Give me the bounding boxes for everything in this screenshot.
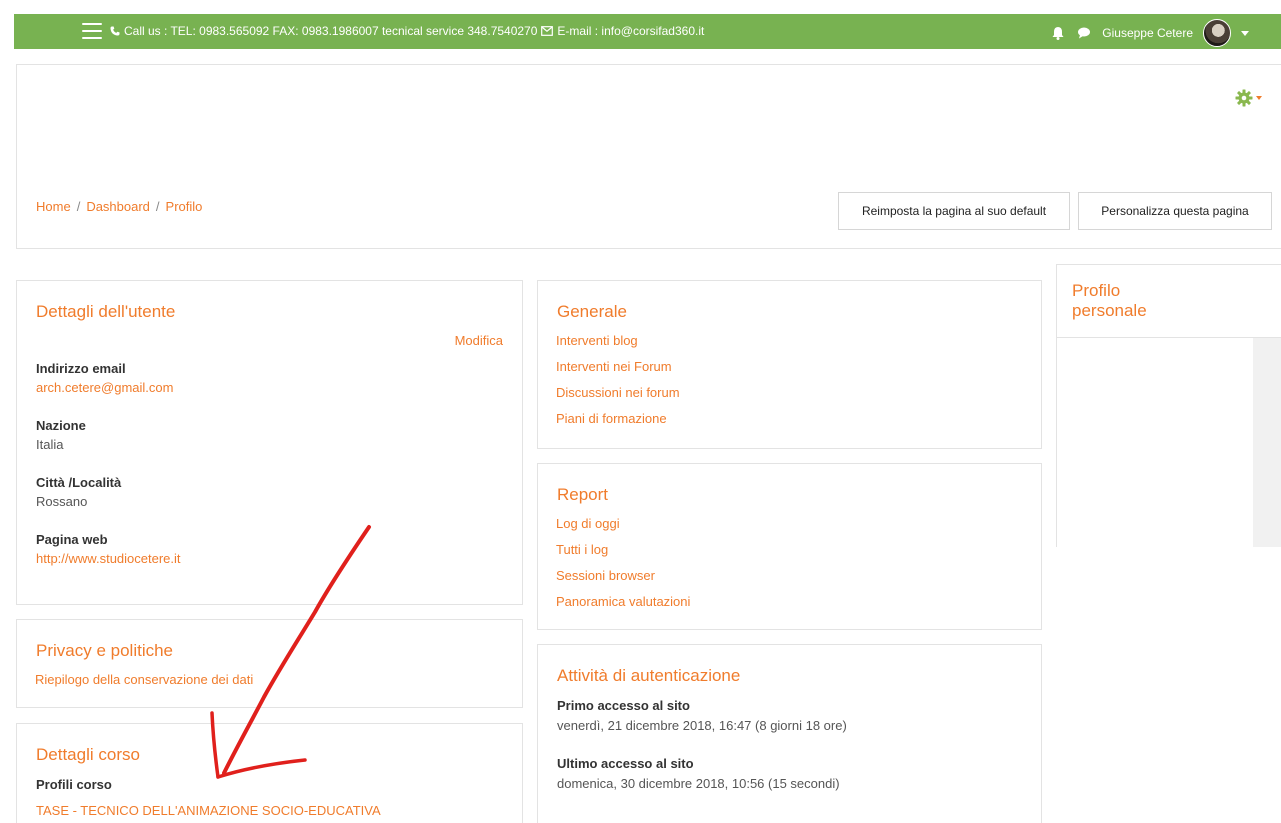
phone-icon [110, 26, 120, 36]
forum-posts-link[interactable]: Interventi nei Forum [556, 359, 672, 374]
blog-posts-link[interactable]: Interventi blog [556, 333, 638, 348]
course-profiles-label: Profili corso [36, 777, 112, 792]
contact-text: Call us : TEL: 0983.565092 FAX: 0983.198… [124, 24, 538, 38]
email-text: E-mail : info@corsifad360.it [557, 24, 705, 38]
general-title: Generale [557, 302, 627, 321]
report-title: Report [557, 485, 609, 504]
city-label: Città /Località [36, 475, 122, 490]
country-value: Italia [36, 437, 64, 452]
personal-profile-scrollbar[interactable] [1253, 337, 1281, 547]
settings-menu[interactable] [1235, 89, 1262, 107]
envelope-icon [541, 26, 554, 36]
personal-profile-block: Profilo personale [1056, 264, 1281, 547]
edit-profile-link[interactable]: Modifica [455, 333, 503, 348]
login-activity-title: Attività di autenticazione [557, 666, 741, 685]
last-access-value: domenica, 30 dicembre 2018, 10:56 (15 se… [557, 776, 840, 791]
breadcrumb-separator: / [155, 199, 160, 214]
today-log-link[interactable]: Log di oggi [556, 516, 620, 531]
user-avatar[interactable] [1203, 19, 1231, 47]
first-access-label: Primo accesso al sito [557, 698, 690, 713]
breadcrumb-dashboard[interactable]: Dashboard [86, 199, 150, 214]
chat-bubble-icon[interactable] [1076, 25, 1092, 41]
country-label: Nazione [36, 418, 86, 433]
contact-info: Call us : TEL: 0983.565092 FAX: 0983.198… [110, 24, 704, 38]
report-card: Report Log di oggi Tutti i log Sessioni … [537, 463, 1042, 630]
user-menu-area: Giuseppe Cetere [1050, 19, 1249, 47]
grades-overview-link[interactable]: Panoramica valutazioni [556, 594, 690, 609]
customize-page-button[interactable]: Personalizza questa pagina [1078, 192, 1272, 230]
personal-profile-content [1057, 337, 1253, 547]
privacy-card: Privacy e politiche Riepilogo della cons… [16, 619, 523, 708]
data-retention-link[interactable]: Riepilogo della conservazione dei dati [35, 672, 253, 687]
breadcrumb: Home / Dashboard / Profilo [36, 199, 202, 214]
email-label: Indirizzo email [36, 361, 126, 376]
user-details-title: Dettagli dell'utente [36, 302, 176, 321]
web-label: Pagina web [36, 532, 108, 547]
first-access-value: venerdì, 21 dicembre 2018, 16:47 (8 gior… [557, 718, 847, 733]
top-strip [0, 0, 1281, 14]
all-logs-link[interactable]: Tutti i log [556, 542, 608, 557]
web-value[interactable]: http://www.studiocetere.it [36, 551, 181, 566]
privacy-title: Privacy e politiche [36, 641, 174, 660]
course-details-card: Dettagli corso Profili corso TASE - TECN… [16, 723, 523, 823]
browser-sessions-link[interactable]: Sessioni browser [556, 568, 655, 583]
hamburger-menu-icon[interactable] [82, 23, 102, 39]
bell-icon[interactable] [1050, 25, 1066, 41]
breadcrumb-profile[interactable]: Profilo [166, 199, 203, 214]
course-details-title: Dettagli corso [36, 745, 140, 764]
gear-icon[interactable] [1235, 89, 1253, 107]
course-link[interactable]: TASE - TECNICO DELL'ANIMAZIONE SOCIO-EDU… [36, 803, 381, 818]
breadcrumb-home[interactable]: Home [36, 199, 71, 214]
learning-plans-link[interactable]: Piani di formazione [556, 411, 667, 426]
forum-discussions-link[interactable]: Discussioni nei forum [556, 385, 680, 400]
breadcrumb-separator: / [76, 199, 81, 214]
personal-profile-title: Profilo personale [1072, 281, 1147, 320]
city-value: Rossano [36, 494, 88, 509]
user-details-card: Dettagli dell'utente Modifica Indirizzo … [16, 280, 523, 605]
general-card: Generale Interventi blog Interventi nei … [537, 280, 1042, 449]
reset-page-button[interactable]: Reimposta la pagina al suo default [838, 192, 1070, 230]
gear-caret-icon[interactable] [1256, 96, 1262, 100]
username[interactable]: Giuseppe Cetere [1102, 26, 1193, 40]
email-value[interactable]: arch.cetere@gmail.com [36, 380, 173, 395]
top-navbar: Call us : TEL: 0983.565092 FAX: 0983.198… [14, 14, 1281, 49]
login-activity-card: Attività di autenticazione Primo accesso… [537, 644, 1042, 823]
last-access-label: Ultimo accesso al sito [557, 756, 694, 771]
chevron-down-icon[interactable] [1241, 30, 1249, 36]
